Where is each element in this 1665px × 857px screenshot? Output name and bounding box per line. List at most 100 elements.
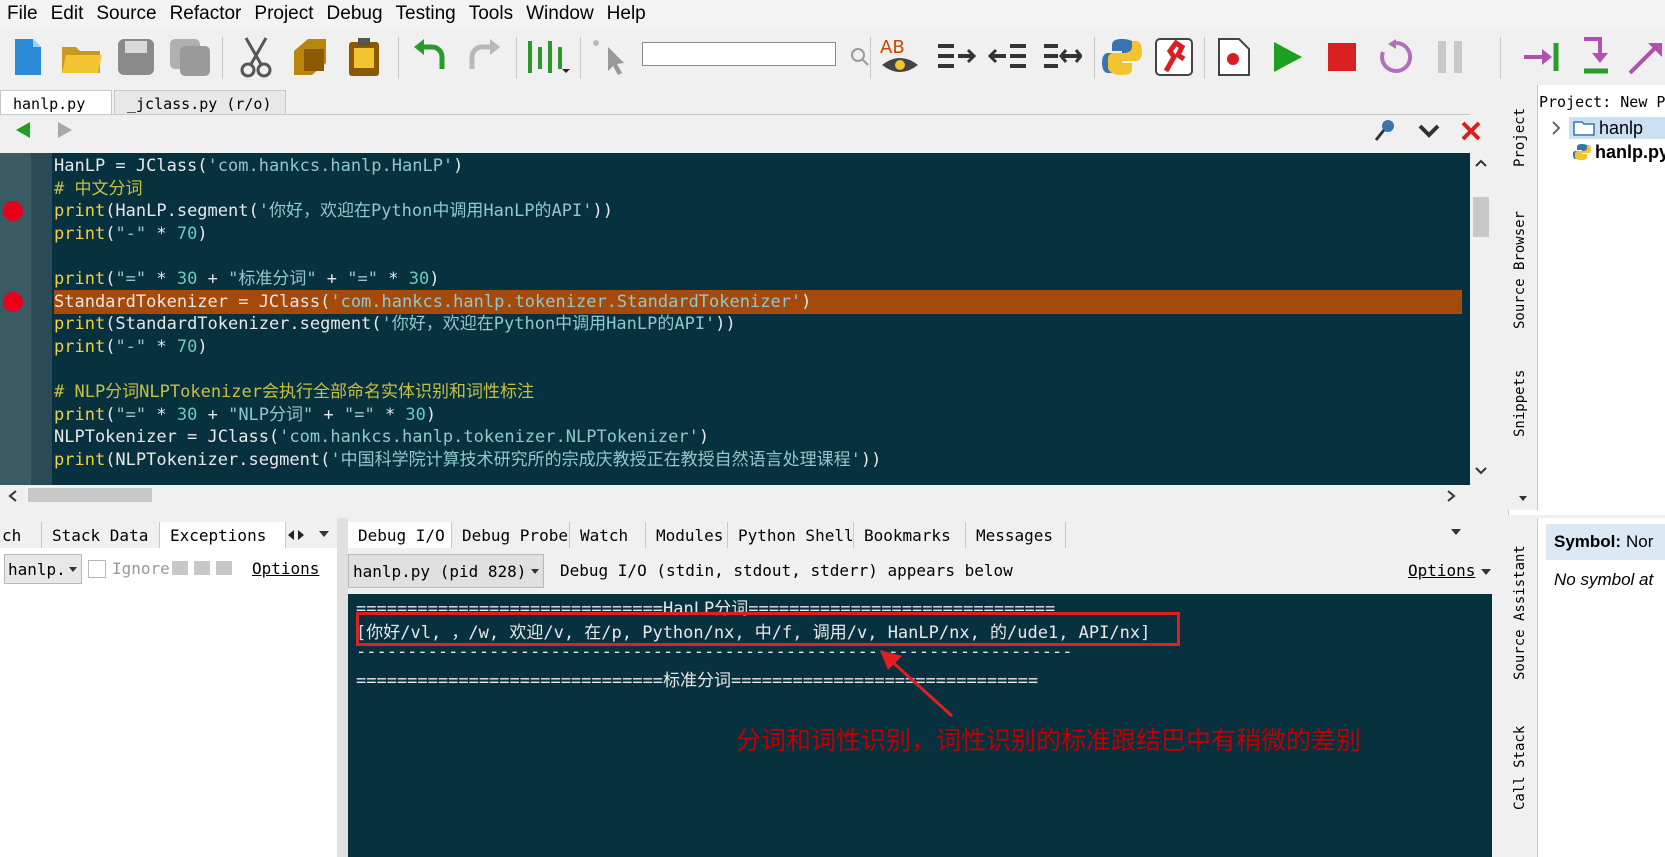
vtab-source-assistant[interactable]: Source Assistant <box>1512 545 1528 680</box>
code-token: NLPTokenizer = JClass( <box>54 427 280 448</box>
scroll-thumb[interactable] <box>1473 197 1489 237</box>
tab-watch[interactable]: Watch <box>570 522 646 548</box>
save-all-icon[interactable] <box>168 35 212 79</box>
scroll-right-icon[interactable] <box>1446 490 1456 502</box>
step-into-icon[interactable] <box>1574 35 1618 79</box>
tree-item-label: hanlp <box>1599 118 1644 138</box>
goto-pointer-icon[interactable] <box>588 35 632 79</box>
forward-arrow-icon[interactable] <box>56 120 74 145</box>
chevron-down-icon[interactable] <box>1450 528 1462 536</box>
indent-right-icon[interactable] <box>934 35 978 79</box>
chevron-down-icon[interactable] <box>1518 495 1528 503</box>
menu-tools[interactable]: Tools <box>462 3 519 25</box>
code-token: 30 <box>176 269 198 289</box>
tab-messages[interactable]: Messages <box>966 522 1066 548</box>
python-shell-icon[interactable] <box>1100 35 1144 79</box>
menu-help[interactable]: Help <box>600 3 652 25</box>
debug-io-options-button[interactable]: Options <box>1408 561 1475 580</box>
run-icon[interactable] <box>1266 35 1310 79</box>
menu-debug[interactable]: Debug <box>320 3 389 25</box>
tab-modules[interactable]: Modules <box>646 522 728 548</box>
tree-item-hanlp-py[interactable]: hanlp.py <box>1573 141 1665 163</box>
grid-icon[interactable] <box>172 561 188 575</box>
toolbar-separator <box>398 37 399 79</box>
process-dropdown[interactable]: hanlp. <box>4 554 82 584</box>
scroll-left-icon[interactable] <box>8 490 18 502</box>
debug-config-icon[interactable] <box>1152 35 1196 79</box>
process-select[interactable]: hanlp.py (pid 828) <box>348 554 544 588</box>
tab-exceptions[interactable]: Exceptions <box>160 522 286 548</box>
breakpoint-gutter[interactable] <box>0 153 31 485</box>
debug-io-output[interactable]: ==============================HanLP分词===… <box>348 594 1500 857</box>
breakpoint-marker[interactable] <box>3 201 23 222</box>
menu-edit[interactable]: Edit <box>44 3 90 25</box>
menu-testing[interactable]: Testing <box>389 3 462 25</box>
tab-bookmarks[interactable]: Bookmarks <box>854 522 966 548</box>
editor-tab-jclass[interactable]: _jclass.py (r/o) <box>114 90 286 114</box>
chevron-down-icon[interactable] <box>1480 568 1492 576</box>
undo-icon[interactable] <box>408 35 452 79</box>
vtab-call-stack[interactable]: Call Stack <box>1512 726 1528 810</box>
menu-refactor[interactable]: Refactor <box>163 3 248 25</box>
editor-vertical-scrollbar[interactable] <box>1470 153 1492 485</box>
breakpoint-marker[interactable] <box>3 291 23 312</box>
tab-python-shell[interactable]: Python Shell <box>728 522 854 548</box>
restart-icon[interactable] <box>1374 35 1418 79</box>
editor-horizontal-scrollbar[interactable] <box>0 485 1492 505</box>
indent-toggle-icon[interactable] <box>1040 35 1084 79</box>
tab-stack-data[interactable]: Stack Data <box>42 522 160 548</box>
grid-icon[interactable] <box>194 561 210 575</box>
panel-splitter[interactable] <box>337 518 348 857</box>
hscroll-thumb[interactable] <box>28 488 152 502</box>
chevron-down-icon[interactable] <box>318 530 330 538</box>
open-folder-icon[interactable] <box>60 35 104 79</box>
toolbar-search-input[interactable] <box>642 42 836 66</box>
menu-project[interactable]: Project <box>247 3 319 25</box>
code-token: '你好，欢迎在Python中调用HanLP的API' <box>381 314 716 335</box>
tab-search-partial[interactable]: ch <box>0 522 42 548</box>
pin-icon[interactable] <box>1374 118 1396 147</box>
step-over-icon[interactable] <box>1520 35 1564 79</box>
editor-tab-hanlp[interactable]: hanlp.py <box>0 90 112 114</box>
ignore-checkbox[interactable] <box>88 560 106 578</box>
scroll-down-icon[interactable] <box>1475 467 1487 475</box>
code-editor[interactable]: HanLP = JClass('com.hankcs.hanlp.HanLP')… <box>0 153 1470 485</box>
stop-icon[interactable] <box>1320 35 1364 79</box>
new-file-icon[interactable] <box>6 35 50 79</box>
tab-scroll-arrows-icon[interactable] <box>286 528 306 542</box>
symbol-label: Symbol: <box>1554 532 1622 551</box>
save-icon[interactable] <box>114 35 158 79</box>
options-button[interactable]: Options <box>252 559 319 578</box>
copy-icon[interactable] <box>288 35 332 79</box>
tab-debug-i-o[interactable]: Debug I/O <box>348 522 452 548</box>
scroll-up-icon[interactable] <box>1475 159 1487 167</box>
menu-window[interactable]: Window <box>519 3 600 25</box>
spell-check-icon[interactable]: AB <box>878 35 922 79</box>
chevron-right-icon[interactable] <box>1551 121 1561 135</box>
output-line: ----------------------------------------… <box>356 642 1073 662</box>
debug-io-scrollbar[interactable] <box>1492 594 1500 857</box>
paste-icon[interactable] <box>342 35 386 79</box>
grid-icon[interactable] <box>216 561 232 575</box>
pause-icon[interactable] <box>1428 35 1472 79</box>
vtab-source-browser[interactable]: Source Browser <box>1512 211 1528 329</box>
tree-item-hanlp[interactable]: hanlp <box>1569 117 1665 139</box>
redo-icon[interactable] <box>462 35 506 79</box>
breakpoint-file-icon[interactable] <box>1212 35 1256 79</box>
back-arrow-icon[interactable] <box>14 120 32 145</box>
vtab-snippets[interactable]: Snippets <box>1512 370 1528 437</box>
code-token: * <box>146 336 177 357</box>
menu-source[interactable]: Source <box>89 3 162 25</box>
tab-debug-probe[interactable]: Debug Probe <box>452 522 570 548</box>
menu-file[interactable]: File <box>0 3 44 25</box>
chevron-down-icon[interactable] <box>1418 124 1440 143</box>
close-icon[interactable] <box>1460 120 1482 147</box>
code-token: )) <box>592 201 613 222</box>
step-out-icon[interactable] <box>1624 35 1665 79</box>
indent-left-icon[interactable] <box>986 35 1030 79</box>
vtab-project[interactable]: Project <box>1512 108 1528 167</box>
toolbar-separator <box>516 37 517 79</box>
search-icon[interactable] <box>838 35 882 79</box>
indent-icon[interactable] <box>526 35 570 79</box>
cut-icon[interactable] <box>234 35 278 79</box>
